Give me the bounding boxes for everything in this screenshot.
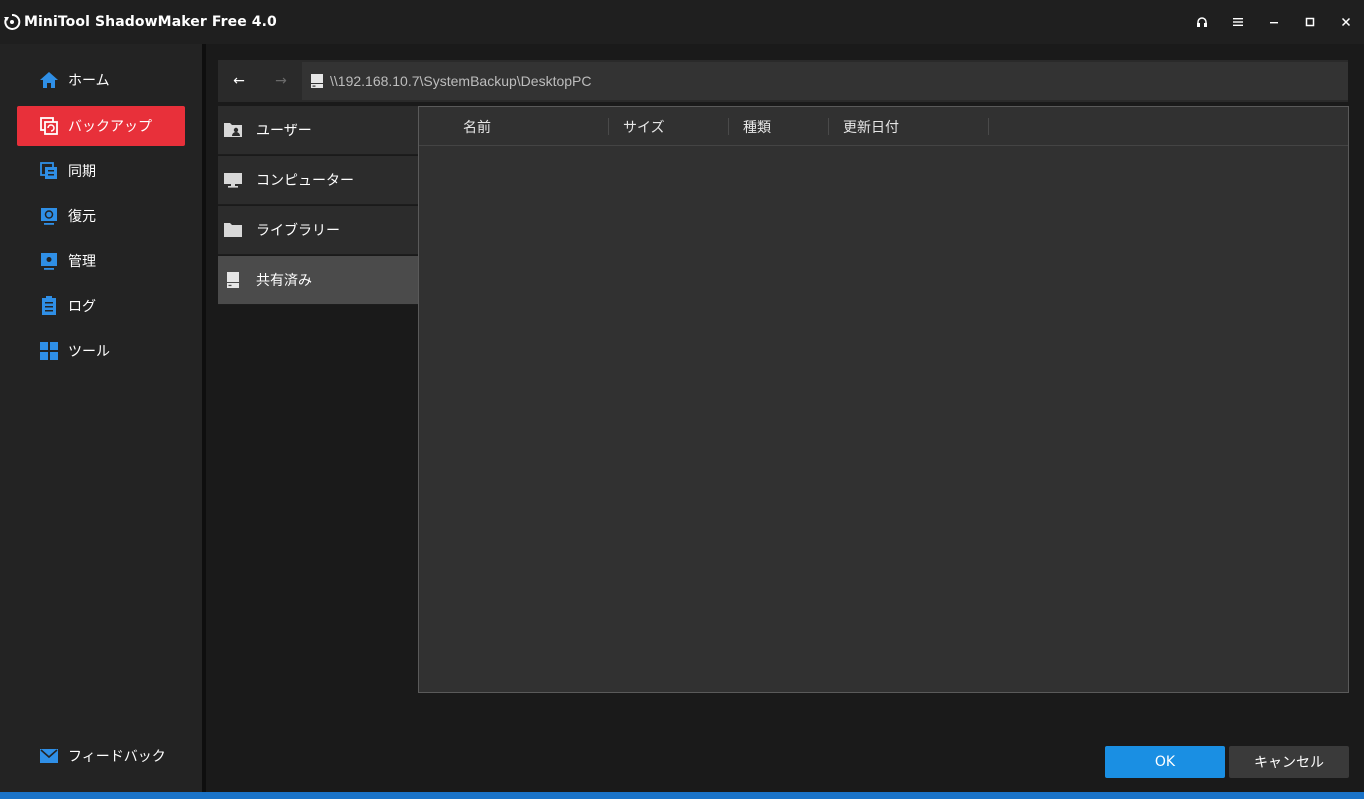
location-shared[interactable]: 共有済み — [218, 256, 418, 305]
path-field[interactable]: \\192.168.10.7\SystemBackup\DesktopPC — [302, 62, 1348, 100]
sidebar-item-label: 同期 — [68, 164, 96, 180]
bottom-accent-bar — [0, 792, 1364, 799]
sidebar-item-feedback[interactable]: フィードバック — [17, 736, 185, 776]
restore-icon — [38, 205, 60, 227]
main-panel: ← → \\192.168.10.7\SystemBackup\DesktopP… — [206, 44, 1364, 792]
column-header-size[interactable]: サイズ — [623, 107, 665, 146]
file-list-header: 名前 サイズ 種類 更新日付 — [419, 107, 1348, 146]
back-arrow-icon[interactable]: ← — [218, 60, 260, 102]
sidebar-item-manage[interactable]: 管理 — [17, 241, 185, 281]
sidebar-item-label: フィードバック — [68, 749, 166, 765]
user-folder-icon — [222, 119, 244, 141]
home-icon — [38, 69, 60, 91]
sidebar-item-label: 復元 — [68, 209, 96, 225]
sidebar: ホーム バックアップ 同期 復元 管理 ログ ツール フィードバック — [0, 44, 202, 792]
file-list[interactable]: 名前 サイズ 種類 更新日付 — [418, 106, 1349, 693]
folder-icon — [222, 219, 244, 241]
path-text: \\192.168.10.7\SystemBackup\DesktopPC — [330, 73, 592, 89]
close-icon[interactable] — [1328, 0, 1364, 44]
monitor-icon — [222, 169, 244, 191]
app-logo-icon — [2, 12, 22, 32]
location-label: ユーザー — [256, 123, 312, 139]
maximize-icon[interactable] — [1292, 0, 1328, 44]
network-drive-icon — [222, 269, 244, 291]
column-header-name[interactable]: 名前 — [463, 107, 491, 146]
location-panel: ユーザー コンピューター ライブラリー 共有済み — [218, 106, 418, 692]
sidebar-item-restore[interactable]: 復元 — [17, 196, 185, 236]
sidebar-item-tools[interactable]: ツール — [17, 331, 185, 371]
mail-icon — [38, 745, 60, 767]
backup-icon — [38, 115, 60, 137]
column-separator[interactable] — [988, 118, 989, 135]
sidebar-item-label: ログ — [68, 299, 96, 315]
location-library[interactable]: ライブラリー — [218, 206, 418, 255]
manage-icon — [38, 250, 60, 272]
network-drive-icon — [308, 72, 326, 90]
headset-icon[interactable] — [1184, 0, 1220, 44]
location-computer[interactable]: コンピューター — [218, 156, 418, 205]
sidebar-item-label: 管理 — [68, 254, 96, 270]
sidebar-item-home[interactable]: ホーム — [17, 60, 185, 100]
minimize-icon[interactable] — [1256, 0, 1292, 44]
sidebar-item-backup[interactable]: バックアップ — [17, 106, 185, 146]
column-separator[interactable] — [828, 118, 829, 135]
sidebar-item-log[interactable]: ログ — [17, 286, 185, 326]
column-separator[interactable] — [608, 118, 609, 135]
cancel-button[interactable]: キャンセル — [1229, 746, 1349, 778]
path-navbar: ← → \\192.168.10.7\SystemBackup\DesktopP… — [218, 60, 1348, 102]
location-label: コンピューター — [256, 173, 354, 189]
sidebar-item-label: ホーム — [68, 73, 110, 89]
location-label: ライブラリー — [256, 223, 340, 239]
sidebar-item-sync[interactable]: 同期 — [17, 151, 185, 191]
log-icon — [38, 295, 60, 317]
app-window: MiniTool ShadowMaker Free 4.0 ホーム バックアップ… — [0, 0, 1364, 799]
sync-icon — [38, 160, 60, 182]
window-controls — [1184, 0, 1364, 44]
app-title: MiniTool ShadowMaker Free 4.0 — [24, 14, 277, 30]
title-bar: MiniTool ShadowMaker Free 4.0 — [0, 0, 1364, 44]
column-header-modified[interactable]: 更新日付 — [843, 107, 899, 146]
location-label: 共有済み — [256, 273, 312, 289]
sidebar-item-label: ツール — [68, 344, 110, 360]
forward-arrow-icon[interactable]: → — [260, 60, 302, 102]
tools-icon — [38, 340, 60, 362]
column-separator[interactable] — [728, 118, 729, 135]
column-header-type[interactable]: 種類 — [743, 107, 771, 146]
sidebar-item-label: バックアップ — [68, 119, 152, 135]
ok-button[interactable]: OK — [1105, 746, 1225, 778]
location-user[interactable]: ユーザー — [218, 106, 418, 155]
menu-icon[interactable] — [1220, 0, 1256, 44]
